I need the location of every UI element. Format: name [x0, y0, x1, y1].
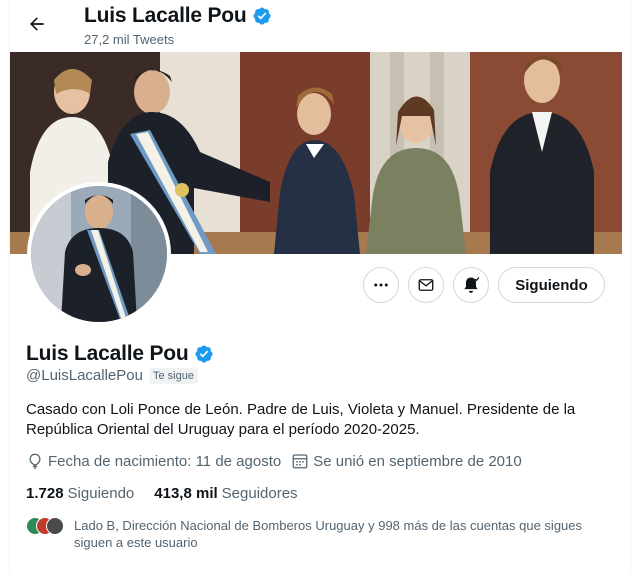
- followers-link[interactable]: 413,8 mil Seguidores: [154, 485, 297, 502]
- mutual-avatar: [46, 517, 64, 535]
- following-button[interactable]: Siguiendo: [498, 267, 605, 303]
- message-button[interactable]: [408, 267, 444, 303]
- followers-label: Seguidores: [221, 485, 298, 502]
- birthdate-item: Fecha de nacimiento: 11 de agosto: [26, 452, 281, 470]
- profile-name: Luis Lacalle Pou: [26, 342, 189, 365]
- more-button[interactable]: [363, 267, 399, 303]
- joined-item: Se unió en septiembre de 2010: [291, 452, 522, 470]
- mutual-followers-text: Lado B, Dirección Nacional de Bomberos U…: [74, 518, 583, 550]
- mutual-followers[interactable]: Lado B, Dirección Nacional de Bomberos U…: [26, 517, 604, 551]
- joined-text: Se unió en septiembre de 2010: [313, 452, 522, 470]
- follows-you-badge: Te sigue: [148, 367, 198, 384]
- tweet-count: 27,2 mil Tweets: [84, 32, 175, 47]
- header-name: Luis Lacalle Pou: [84, 4, 247, 27]
- profile-name-row: Luis Lacalle Pou: [26, 342, 214, 366]
- avatar-photo: [31, 186, 167, 322]
- header-title-row: Luis Lacalle Pou: [84, 4, 272, 28]
- arrow-left-icon: [30, 17, 44, 31]
- birthdate-text: Fecha de nacimiento: 11 de agosto: [48, 452, 282, 470]
- balloon-icon: [29, 453, 41, 470]
- envelope-icon: [418, 279, 434, 291]
- follow-counts: 1.728 Siguiendo 413,8 mil Seguidores: [26, 485, 318, 502]
- notifications-button[interactable]: [453, 267, 489, 303]
- verified-badge-icon: [252, 7, 271, 25]
- avatar[interactable]: [27, 182, 171, 326]
- profile-header: Luis Lacalle Pou 27,2 mil Tweets: [0, 0, 640, 52]
- calendar-icon: [292, 454, 308, 469]
- bell-icon: [464, 277, 480, 293]
- following-link[interactable]: 1.728 Siguiendo: [26, 485, 134, 502]
- more-icon: [374, 283, 388, 287]
- verified-badge-icon: [194, 345, 213, 363]
- following-label: Siguiendo: [67, 485, 135, 502]
- followers-count: 413,8 mil: [154, 485, 218, 502]
- profile-handle: @LuisLacallePou: [26, 367, 143, 384]
- profile-meta: Fecha de nacimiento: 11 de agosto Se uni…: [26, 452, 532, 470]
- back-button[interactable]: [22, 9, 52, 39]
- following-count: 1.728: [26, 485, 64, 502]
- mutual-avatars: [26, 517, 66, 537]
- handle-row: @LuisLacallePou Te sigue: [26, 367, 198, 384]
- profile-bio: Casado con Loli Ponce de León. Padre de …: [26, 401, 576, 438]
